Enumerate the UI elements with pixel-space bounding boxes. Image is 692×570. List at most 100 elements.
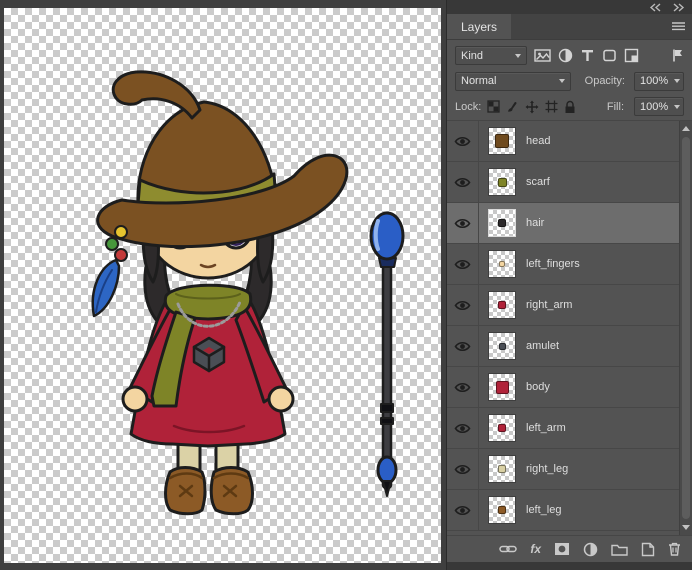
- layer-row[interactable]: hair: [447, 203, 679, 244]
- layer-thumbnail[interactable]: [488, 496, 516, 524]
- scroll-down-icon[interactable]: [682, 525, 690, 530]
- layer-thumbnail[interactable]: [488, 373, 516, 401]
- layer-thumbnail[interactable]: [488, 168, 516, 196]
- layer-row[interactable]: head: [447, 121, 679, 162]
- lock-image-pixels-icon[interactable]: [506, 100, 519, 113]
- layer-thumbnail[interactable]: [488, 455, 516, 483]
- lock-transparent-pixels-icon[interactable]: [487, 100, 500, 113]
- layer-row[interactable]: scarf: [447, 162, 679, 203]
- delete-layer-icon[interactable]: [668, 542, 681, 556]
- chevron-down-icon: [515, 53, 521, 58]
- filter-kind-dropdown[interactable]: Kind: [455, 46, 527, 65]
- staff-art: [369, 211, 405, 497]
- lock-all-icon[interactable]: [564, 100, 576, 114]
- layer-visibility-toggle[interactable]: [447, 408, 479, 448]
- panel-dock-header: [447, 0, 692, 14]
- layer-thumbnail-content: [498, 219, 506, 227]
- layer-name: left_arm: [526, 422, 566, 434]
- layer-visibility-toggle[interactable]: [447, 121, 479, 161]
- adjustment-layer-filter-icon[interactable]: [558, 48, 573, 63]
- layer-visibility-toggle[interactable]: [447, 449, 479, 489]
- new-layer-icon[interactable]: [641, 542, 655, 557]
- lock-position-icon[interactable]: [525, 100, 539, 114]
- layer-name: right_leg: [526, 463, 569, 475]
- type-layer-filter-icon[interactable]: [580, 48, 595, 63]
- lock-artboard-nesting-icon[interactable]: [545, 100, 558, 113]
- layer-thumbnail[interactable]: [488, 127, 516, 155]
- chevron-down-icon: [674, 104, 681, 109]
- layer-name: body: [526, 381, 550, 393]
- layers-panel: Layers Kind Normal Opacity: 100% Lock: F…: [446, 0, 692, 570]
- layer-name: hair: [526, 217, 545, 229]
- eye-icon: [454, 259, 471, 269]
- blend-mode-value: Normal: [461, 75, 497, 87]
- layer-thumbnail[interactable]: [488, 332, 516, 360]
- scroll-thumb[interactable]: [682, 137, 690, 519]
- blend-mode-dropdown[interactable]: Normal: [455, 71, 571, 91]
- add-layer-mask-icon[interactable]: [554, 542, 570, 556]
- layer-visibility-toggle[interactable]: [447, 244, 479, 284]
- canvas-area[interactable]: [0, 0, 446, 570]
- layer-row[interactable]: amulet: [447, 326, 679, 367]
- eye-icon: [454, 177, 471, 187]
- layer-row[interactable]: right_leg: [447, 449, 679, 490]
- layer-style-button[interactable]: fx: [530, 542, 541, 556]
- layers-scrollbar[interactable]: [679, 121, 692, 535]
- layer-visibility-toggle[interactable]: [447, 326, 479, 366]
- layers-bottom-toolbar: fx: [447, 535, 692, 562]
- layer-thumbnail[interactable]: [488, 209, 516, 237]
- layer-visibility-toggle[interactable]: [447, 203, 479, 243]
- layer-name: left_fingers: [526, 258, 580, 270]
- layer-thumbnail-content: [495, 380, 509, 394]
- layer-row[interactable]: left_arm: [447, 408, 679, 449]
- eye-icon: [454, 218, 471, 228]
- layer-row[interactable]: body: [447, 367, 679, 408]
- new-adjustment-layer-icon[interactable]: [583, 542, 598, 557]
- eye-icon: [454, 505, 471, 515]
- new-group-icon[interactable]: [611, 543, 628, 556]
- layer-thumbnail[interactable]: [488, 250, 516, 278]
- layer-name: head: [526, 135, 551, 147]
- layer-visibility-toggle[interactable]: [447, 367, 479, 407]
- tab-layers-label: Layers: [461, 19, 498, 34]
- layer-thumbnail-content: [498, 342, 506, 350]
- eye-icon: [454, 464, 471, 474]
- fill-value: 100%: [640, 100, 669, 113]
- eye-icon: [454, 341, 471, 351]
- panel-menu-icon[interactable]: [671, 21, 686, 32]
- pixel-layer-filter-icon[interactable]: [534, 48, 551, 63]
- layer-thumbnail-content: [499, 261, 505, 267]
- layer-visibility-toggle[interactable]: [447, 162, 479, 202]
- layer-thumbnail-content: [498, 301, 506, 309]
- layer-thumbnail[interactable]: [488, 414, 516, 442]
- canvas-artwork: [91, 70, 405, 516]
- panel-footer-strip: [447, 562, 692, 570]
- collapse-panels-icon[interactable]: [649, 2, 661, 12]
- layer-row[interactable]: right_arm: [447, 285, 679, 326]
- fill-dropdown[interactable]: 100%: [634, 97, 684, 116]
- link-layers-icon[interactable]: [499, 543, 518, 555]
- layer-filtering-toggle-icon[interactable]: [672, 48, 684, 63]
- layer-visibility-toggle[interactable]: [447, 490, 479, 530]
- layer-visibility-toggle[interactable]: [447, 285, 479, 325]
- panel-tab-bar: Layers: [447, 14, 692, 40]
- eye-icon: [454, 136, 471, 146]
- layer-thumbnail[interactable]: [488, 291, 516, 319]
- expand-panels-icon[interactable]: [673, 2, 685, 12]
- fill-label: Fill:: [606, 100, 624, 113]
- eye-icon: [454, 382, 471, 392]
- layer-row[interactable]: left_fingers: [447, 244, 679, 285]
- shape-layer-filter-icon[interactable]: [602, 48, 617, 63]
- blend-mode-row: Normal Opacity: 100%: [447, 68, 692, 94]
- opacity-value: 100%: [640, 75, 669, 87]
- layer-thumbnail-content: [498, 424, 506, 432]
- layer-name: scarf: [526, 176, 550, 188]
- opacity-label: Opacity:: [584, 75, 625, 87]
- layers-list: head scarf hair left_fingers right_arm a…: [447, 120, 692, 535]
- tab-layers[interactable]: Layers: [447, 14, 512, 39]
- smart-object-filter-icon[interactable]: [624, 48, 639, 63]
- opacity-dropdown[interactable]: 100%: [634, 71, 684, 91]
- lock-label: Lock:: [455, 100, 482, 113]
- scroll-up-icon[interactable]: [682, 126, 690, 131]
- layer-row[interactable]: left_leg: [447, 490, 679, 531]
